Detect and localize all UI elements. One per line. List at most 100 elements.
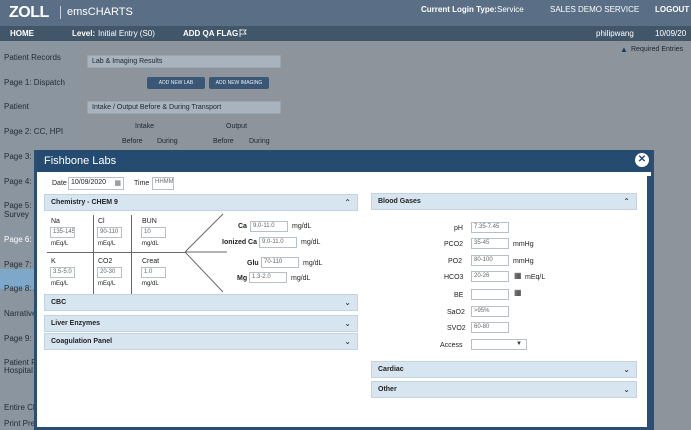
cbc-title: CBC bbox=[51, 299, 67, 306]
zoll-logo[interactable]: ZOLL bbox=[9, 4, 49, 22]
time-placeholder: HHMM bbox=[155, 179, 174, 185]
product-name: emsCHARTS bbox=[67, 6, 133, 18]
date-label: Date bbox=[52, 180, 67, 187]
sidebar-item-page-1[interactable]: Page 1: Dispatch bbox=[4, 78, 65, 87]
liver-enzymes-panel-header[interactable]: Liver Enzymes ⌄ bbox=[44, 315, 358, 332]
modal-header: Fishbone Labs ✕ bbox=[37, 150, 651, 172]
chevron-down-icon[interactable]: ⌄ bbox=[344, 298, 351, 307]
home-link[interactable]: HOME bbox=[10, 29, 34, 38]
app-window: ZOLL emsCHARTS Current Login Type: Servi… bbox=[0, 0, 691, 430]
k-label: K bbox=[51, 258, 56, 265]
bun-unit: mg/dL bbox=[142, 241, 159, 247]
na-label: Na bbox=[51, 218, 60, 225]
calculator-icon[interactable]: ▦ bbox=[514, 271, 522, 280]
be-label: BE bbox=[454, 292, 464, 299]
time-label: Time bbox=[134, 180, 150, 187]
chem9-title: Chemistry - CHEM 9 bbox=[51, 199, 118, 206]
sao2-input[interactable]: >95% bbox=[471, 306, 509, 317]
co2-input[interactable]: 20-30 bbox=[97, 267, 122, 278]
login-type-value: Service bbox=[497, 5, 524, 14]
coagulation-panel-header[interactable]: Coagulation Panel ⌄ bbox=[44, 333, 358, 350]
sidebar-item-entire-chart[interactable]: Entire Ch bbox=[4, 403, 37, 412]
top-header: ZOLL emsCHARTS Current Login Type: Servi… bbox=[0, 0, 691, 26]
be-input[interactable] bbox=[471, 289, 509, 300]
calculator-icon[interactable]: ▦ bbox=[514, 288, 522, 297]
fishbone-divider bbox=[93, 215, 94, 295]
chevron-down-icon[interactable]: ⌄ bbox=[344, 337, 351, 346]
ionized-ca-input[interactable]: 9.0-11.0 bbox=[259, 237, 297, 248]
na-input[interactable]: 135-145 bbox=[50, 227, 75, 238]
liver-enzymes-title: Liver Enzymes bbox=[51, 320, 101, 327]
bun-input[interactable]: 10 bbox=[141, 227, 166, 238]
cardiac-title: Cardiac bbox=[378, 366, 404, 373]
fishbone-divider bbox=[131, 215, 132, 295]
pco2-input[interactable]: 35-45 bbox=[471, 238, 509, 249]
sao2-label: SaO2 bbox=[447, 309, 465, 316]
po2-input[interactable]: 80-100 bbox=[471, 255, 509, 266]
nav-bar: HOME Level: Initial Entry (S0) ADD QA FL… bbox=[0, 26, 691, 41]
username: philipwang bbox=[596, 29, 634, 38]
creat-label: Creat bbox=[142, 258, 160, 265]
time-field[interactable]: HHMM bbox=[152, 177, 174, 190]
intake-before-label: Before bbox=[122, 138, 143, 145]
chem9-panel-header[interactable]: Chemistry - CHEM 9 ⌃ bbox=[44, 194, 358, 211]
chevron-up-icon[interactable]: ⌃ bbox=[344, 198, 351, 207]
svo2-label: SVO2 bbox=[447, 325, 466, 332]
mg-unit: mg/dL bbox=[291, 275, 311, 282]
sidebar-item-patient-records[interactable]: Patient Records bbox=[4, 53, 61, 62]
add-new-imaging-button[interactable]: ADD NEW IMAGING bbox=[209, 77, 269, 89]
chevron-down-icon[interactable]: ⌄ bbox=[344, 319, 351, 328]
creat-unit: mg/dL bbox=[142, 281, 159, 287]
k-input[interactable]: 3.5-5.0 bbox=[50, 267, 75, 278]
coagulation-title: Coagulation Panel bbox=[51, 338, 113, 345]
intake-during-label: During bbox=[157, 138, 178, 145]
po2-label: PO2 bbox=[448, 258, 463, 265]
lab-imaging-section-title: Lab & Imaging Results bbox=[92, 58, 163, 65]
sidebar-item-survey[interactable]: Survey bbox=[4, 210, 29, 219]
level-label: Level: bbox=[72, 29, 96, 38]
access-select[interactable]: ▼ bbox=[471, 339, 527, 350]
organization-name: SALES DEMO SERVICE bbox=[550, 5, 640, 14]
hco3-input[interactable]: 20-26 bbox=[471, 271, 509, 282]
glu-input[interactable]: 70-110 bbox=[261, 257, 299, 268]
logout-link[interactable]: LOGOUT bbox=[655, 5, 689, 14]
ca-input[interactable]: 9.0-11.0 bbox=[250, 221, 288, 232]
po2-unit: mmHg bbox=[513, 258, 534, 265]
chevron-up-icon[interactable]: ⌃ bbox=[623, 197, 630, 206]
hco3-unit: mEq/L bbox=[525, 274, 546, 281]
modal-scrollbar[interactable] bbox=[647, 176, 651, 430]
access-label: Access bbox=[440, 342, 463, 349]
ph-label: pH bbox=[454, 225, 463, 232]
glu-unit: mg/dL bbox=[303, 260, 323, 267]
output-during-label: During bbox=[249, 138, 270, 145]
chevron-down-icon[interactable]: ⌄ bbox=[623, 385, 630, 394]
flag-icon[interactable] bbox=[239, 29, 247, 39]
calendar-icon[interactable]: ▦ bbox=[114, 179, 121, 187]
chevron-down-icon[interactable]: ▼ bbox=[516, 341, 522, 347]
cbc-panel-header[interactable]: CBC ⌄ bbox=[44, 294, 358, 311]
date-field[interactable]: 10/09/2020 ▦ bbox=[68, 177, 124, 190]
lab-imaging-section-header: Lab & Imaging Results bbox=[87, 55, 281, 68]
add-new-lab-button[interactable]: ADD NEW LAB bbox=[147, 77, 205, 89]
date-value: 10/09/2020 bbox=[71, 179, 107, 186]
sidebar-item-patient[interactable]: Patient bbox=[4, 102, 29, 111]
sidebar-item-page-2[interactable]: Page 2: CC, HPI bbox=[4, 127, 63, 136]
co2-label: CO2 bbox=[98, 258, 113, 265]
warning-icon: ▲ bbox=[620, 45, 628, 54]
sidebar-item-narrative[interactable]: Narrative bbox=[4, 309, 36, 318]
cardiac-panel-header[interactable]: Cardiac ⌄ bbox=[371, 361, 637, 378]
svo2-input[interactable]: 60-80 bbox=[471, 322, 509, 333]
login-type-label: Current Login Type: bbox=[421, 5, 497, 14]
blood-gases-panel-header[interactable]: Blood Gases ⌃ bbox=[371, 193, 637, 210]
cl-input[interactable]: 90-110 bbox=[97, 227, 122, 238]
chevron-down-icon[interactable]: ⌄ bbox=[623, 365, 630, 374]
mg-input[interactable]: 1.3-2.0 bbox=[249, 272, 287, 283]
ph-input[interactable]: 7.35-7.45 bbox=[471, 222, 509, 233]
close-icon[interactable]: ✕ bbox=[635, 153, 649, 167]
ca-unit: mg/dL bbox=[292, 223, 312, 230]
creat-input[interactable]: 1.0 bbox=[141, 267, 166, 278]
add-qa-flag-link[interactable]: ADD QA FLAG bbox=[183, 29, 238, 38]
hco3-label: HCO3 bbox=[444, 274, 464, 281]
ionized-ca-label: Ionized Ca bbox=[222, 239, 258, 246]
other-panel-header[interactable]: Other ⌄ bbox=[371, 381, 637, 398]
